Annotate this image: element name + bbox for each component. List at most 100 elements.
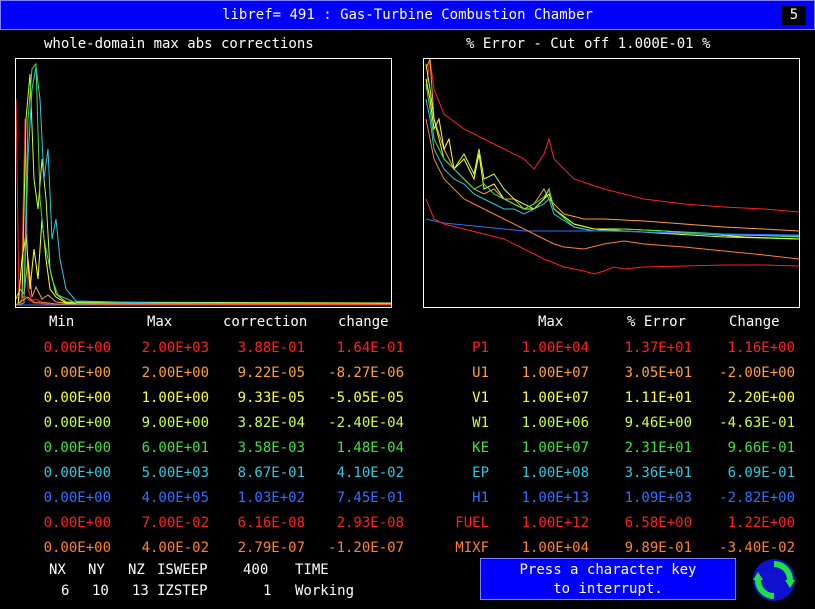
header-right-error: % Error bbox=[627, 314, 687, 330]
left-max-cell: 1.00E+00 bbox=[141, 390, 209, 406]
left-correction-cell: 3.58E-03 bbox=[237, 440, 305, 456]
header-correction: correction bbox=[223, 314, 308, 330]
nz-value: 13 bbox=[132, 583, 149, 599]
right-max-cell: 1.00E+12 bbox=[521, 515, 589, 531]
corrections-plot-lines bbox=[16, 62, 391, 306]
right-max-cell: 1.00E+07 bbox=[521, 440, 589, 456]
right-error-cell: 1.11E+01 bbox=[624, 390, 692, 406]
right-max-cell: 1.00E+04 bbox=[521, 540, 589, 556]
left-min-cell: 0.00E+00 bbox=[43, 365, 111, 381]
izstep-label: IZSTEP bbox=[157, 583, 208, 599]
right-variable-cell: FUEL bbox=[455, 515, 489, 531]
ny-label: NY bbox=[88, 562, 105, 578]
interrupt-message: Press a character key to interrupt. bbox=[480, 558, 736, 600]
left-max-cell: 5.00E+03 bbox=[141, 465, 209, 481]
header-max: Max bbox=[147, 314, 173, 330]
right-plot-title: % Error - Cut off 1.000E-01 % bbox=[466, 36, 711, 52]
left-change-cell: 7.45E-01 bbox=[336, 490, 404, 506]
interrupt-message-line2: to interrupt. bbox=[553, 581, 663, 597]
title-bar: libref= 491 : Gas-Turbine Combustion Cha… bbox=[0, 0, 815, 30]
right-error-cell: 9.46E+00 bbox=[624, 415, 692, 431]
right-variable-cell: U1 bbox=[472, 365, 489, 381]
left-min-cell: 0.00E+00 bbox=[43, 465, 111, 481]
run-status: Working bbox=[295, 583, 355, 599]
left-change-cell: 1.48E-04 bbox=[336, 440, 404, 456]
right-change-cell: 1.16E+00 bbox=[727, 340, 795, 356]
right-error-cell: 2.31E+01 bbox=[624, 440, 692, 456]
right-variable-cell: H1 bbox=[472, 490, 489, 506]
header-right-max: Max bbox=[538, 314, 564, 330]
time-label: TIME bbox=[295, 562, 329, 578]
left-correction-cell: 1.03E+02 bbox=[237, 490, 305, 506]
left-plot-title: whole-domain max abs corrections bbox=[44, 36, 314, 52]
left-correction-cell: 8.67E-01 bbox=[237, 465, 305, 481]
right-variable-cell: MIXF bbox=[455, 540, 489, 556]
left-min-cell: 0.00E+00 bbox=[43, 390, 111, 406]
isweep-value: 400 bbox=[243, 562, 269, 578]
nx-value: 6 bbox=[61, 583, 70, 599]
left-change-cell: 4.10E-02 bbox=[336, 465, 404, 481]
left-change-cell: -1.20E-07 bbox=[328, 540, 404, 556]
ny-value: 10 bbox=[92, 583, 109, 599]
right-max-cell: 1.00E+04 bbox=[521, 340, 589, 356]
right-variable-cell: KE bbox=[472, 440, 489, 456]
nz-label: NZ bbox=[128, 562, 145, 578]
izstep-value: 1 bbox=[263, 583, 272, 599]
right-change-cell: -4.63E-01 bbox=[719, 415, 795, 431]
left-change-cell: -5.05E-05 bbox=[328, 390, 404, 406]
left-correction-cell: 6.16E-08 bbox=[237, 515, 305, 531]
left-max-cell: 6.00E+01 bbox=[141, 440, 209, 456]
left-min-cell: 0.00E+00 bbox=[43, 415, 111, 431]
left-correction-cell: 9.22E-05 bbox=[237, 365, 305, 381]
left-max-cell: 2.00E+00 bbox=[141, 365, 209, 381]
right-error-cell: 3.36E+01 bbox=[624, 465, 692, 481]
left-max-cell: 4.00E-02 bbox=[141, 540, 209, 556]
right-variable-cell: V1 bbox=[472, 390, 489, 406]
right-change-cell: 2.20E+00 bbox=[727, 390, 795, 406]
left-correction-cell: 2.79E-07 bbox=[237, 540, 305, 556]
right-change-cell: 6.09E-01 bbox=[727, 465, 795, 481]
nx-label: NX bbox=[49, 562, 66, 578]
left-min-cell: 0.00E+00 bbox=[43, 515, 111, 531]
header-change: change bbox=[338, 314, 389, 330]
refresh-button[interactable] bbox=[752, 558, 796, 602]
right-change-cell: 1.22E+00 bbox=[727, 515, 795, 531]
right-variable-cell: P1 bbox=[472, 340, 489, 356]
right-error-cell: 9.89E-01 bbox=[624, 540, 692, 556]
right-max-cell: 1.00E+13 bbox=[521, 490, 589, 506]
refresh-icon bbox=[753, 559, 795, 601]
right-variable-cell: EP bbox=[472, 465, 489, 481]
screen-number-badge: 5 bbox=[782, 6, 806, 25]
right-error-cell: 1.09E+03 bbox=[624, 490, 692, 506]
left-max-cell: 9.00E+00 bbox=[141, 415, 209, 431]
left-correction-cell: 3.88E-01 bbox=[237, 340, 305, 356]
header-min: Min bbox=[49, 314, 75, 330]
right-change-cell: -2.82E+00 bbox=[719, 490, 795, 506]
left-change-cell: -2.40E-04 bbox=[328, 415, 404, 431]
left-min-cell: 0.00E+00 bbox=[43, 340, 111, 356]
left-correction-cell: 9.33E-05 bbox=[237, 390, 305, 406]
right-change-cell: -2.00E+00 bbox=[719, 365, 795, 381]
left-change-cell: 2.93E-08 bbox=[336, 515, 404, 531]
right-max-cell: 1.00E+08 bbox=[521, 465, 589, 481]
right-change-cell: -3.40E-02 bbox=[719, 540, 795, 556]
left-change-cell: 1.64E-01 bbox=[336, 340, 404, 356]
left-max-cell: 7.00E-02 bbox=[141, 515, 209, 531]
left-correction-cell: 3.82E-04 bbox=[237, 415, 305, 431]
error-plot bbox=[423, 58, 800, 308]
interrupt-message-line1: Press a character key bbox=[519, 562, 697, 578]
left-min-cell: 0.00E+00 bbox=[43, 540, 111, 556]
window-title: libref= 491 : Gas-Turbine Combustion Cha… bbox=[222, 7, 593, 23]
left-min-cell: 0.00E+00 bbox=[43, 440, 111, 456]
corrections-plot bbox=[15, 58, 392, 308]
header-right-change: Change bbox=[729, 314, 780, 330]
isweep-label: ISWEEP bbox=[157, 562, 208, 578]
right-variable-cell: W1 bbox=[472, 415, 489, 431]
left-change-cell: -8.27E-06 bbox=[328, 365, 404, 381]
right-max-cell: 1.00E+07 bbox=[521, 390, 589, 406]
right-error-cell: 6.58E+00 bbox=[624, 515, 692, 531]
right-max-cell: 1.00E+07 bbox=[521, 365, 589, 381]
left-max-cell: 4.00E+05 bbox=[141, 490, 209, 506]
left-max-cell: 2.00E+03 bbox=[141, 340, 209, 356]
right-error-cell: 1.37E+01 bbox=[624, 340, 692, 356]
